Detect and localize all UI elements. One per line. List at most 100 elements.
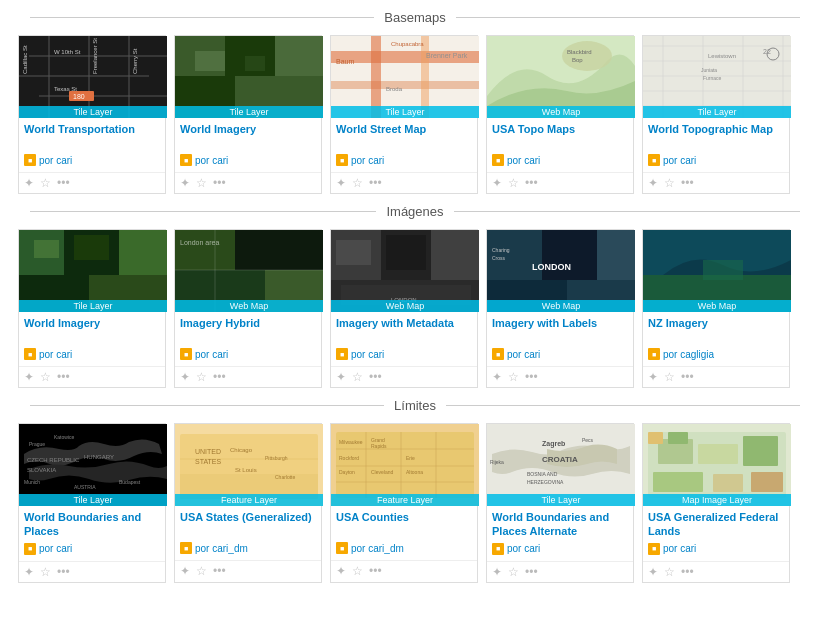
- owner-name-world-street-map[interactable]: por cari: [351, 155, 384, 166]
- svg-text:Broda: Broda: [386, 86, 403, 92]
- owner-name-usa-topo-maps[interactable]: por cari: [507, 155, 540, 166]
- card-title-world-imagery[interactable]: World Imagery: [180, 122, 316, 150]
- owner-name-world-imagery2[interactable]: por cari: [39, 349, 72, 360]
- svg-rect-60: [235, 230, 323, 270]
- card-title-world-topographic-map[interactable]: World Topographic Map: [648, 122, 784, 150]
- star-icon-world-street-map[interactable]: ☆: [352, 176, 363, 190]
- add-icon-imagery-labels[interactable]: ✦: [492, 370, 502, 384]
- more-icon-world-topographic-map[interactable]: •••: [681, 176, 694, 190]
- card-badge-world-topographic-map: Tile Layer: [643, 106, 791, 118]
- add-icon-world-transportation[interactable]: ✦: [24, 176, 34, 190]
- card-title-usa-topo-maps[interactable]: USA Topo Maps: [492, 122, 628, 150]
- card-title-usa-federal-lands[interactable]: USA Generalized Federal Lands: [648, 510, 784, 539]
- card-thumbnail-usa-states: UNITED STATES Chicago St Louis Pittsburg…: [175, 424, 323, 506]
- add-icon-usa-counties[interactable]: ✦: [336, 564, 346, 578]
- card-title-usa-states[interactable]: USA States (Generalized): [180, 510, 316, 538]
- more-icon-imagery-labels[interactable]: •••: [525, 370, 538, 384]
- more-icon-nz-imagery[interactable]: •••: [681, 370, 694, 384]
- more-icon-imagery-hybrid[interactable]: •••: [213, 370, 226, 384]
- card-title-world-imagery2[interactable]: World Imagery: [24, 316, 160, 344]
- svg-text:Brenner Park: Brenner Park: [426, 52, 468, 59]
- more-icon-usa-federal-lands[interactable]: •••: [681, 565, 694, 579]
- svg-text:CZECH REPUBLIC: CZECH REPUBLIC: [27, 457, 80, 463]
- owner-name-usa-federal-lands[interactable]: por cari: [663, 543, 696, 554]
- card-title-usa-counties[interactable]: USA Counties: [336, 510, 472, 538]
- star-icon-world-imagery2[interactable]: ☆: [40, 370, 51, 384]
- card-actions-imagery-metadata: ✦ ☆ •••: [331, 366, 477, 387]
- star-icon-imagery-metadata[interactable]: ☆: [352, 370, 363, 384]
- star-icon-world-transportation[interactable]: ☆: [40, 176, 51, 190]
- card-owner-world-street-map: ■ por cari: [336, 154, 472, 166]
- more-icon-imagery-metadata[interactable]: •••: [369, 370, 382, 384]
- card-actions-world-imagery2: ✦ ☆ •••: [19, 366, 165, 387]
- card-badge-world-imagery: Tile Layer: [175, 106, 323, 118]
- star-icon-imagery-hybrid[interactable]: ☆: [196, 370, 207, 384]
- owner-name-imagery-hybrid[interactable]: por cari: [195, 349, 228, 360]
- svg-text:Rockford: Rockford: [339, 455, 359, 461]
- more-icon-world-street-map[interactable]: •••: [369, 176, 382, 190]
- svg-text:Baum: Baum: [336, 58, 354, 65]
- svg-text:Furnace: Furnace: [703, 75, 722, 81]
- more-icon-usa-topo-maps[interactable]: •••: [525, 176, 538, 190]
- owner-name-world-topographic-map[interactable]: por cari: [663, 155, 696, 166]
- star-icon-imagery-labels[interactable]: ☆: [508, 370, 519, 384]
- card-title-world-transportation[interactable]: World Transportation: [24, 122, 160, 150]
- card-title-imagery-labels[interactable]: Imagery with Labels: [492, 316, 628, 344]
- more-icon-world-imagery[interactable]: •••: [213, 176, 226, 190]
- card-owner-usa-counties: ■ por cari_dm: [336, 542, 472, 554]
- owner-name-world-imagery[interactable]: por cari: [195, 155, 228, 166]
- add-icon-nz-imagery[interactable]: ✦: [648, 370, 658, 384]
- svg-rect-134: [713, 474, 743, 492]
- more-icon-world-boundaries-places[interactable]: •••: [57, 565, 70, 579]
- svg-text:London area: London area: [180, 239, 219, 246]
- add-icon-world-boundaries-alternate[interactable]: ✦: [492, 565, 502, 579]
- add-icon-world-topographic-map[interactable]: ✦: [648, 176, 658, 190]
- svg-text:Dayton: Dayton: [339, 469, 355, 475]
- card-owner-world-imagery2: ■ por cari: [24, 348, 160, 360]
- card-title-imagery-hybrid[interactable]: Imagery Hybrid: [180, 316, 316, 344]
- star-icon-world-imagery[interactable]: ☆: [196, 176, 207, 190]
- owner-name-usa-counties[interactable]: por cari_dm: [351, 543, 404, 554]
- more-icon-usa-states[interactable]: •••: [213, 564, 226, 578]
- add-icon-world-imagery[interactable]: ✦: [180, 176, 190, 190]
- owner-name-world-transportation[interactable]: por cari: [39, 155, 72, 166]
- card-title-world-boundaries-places[interactable]: World Boundaries and Places: [24, 510, 160, 539]
- svg-text:Rapids: Rapids: [371, 443, 387, 449]
- star-icon-usa-states[interactable]: ☆: [196, 564, 207, 578]
- card-actions-world-boundaries-alternate: ✦ ☆ •••: [487, 561, 633, 582]
- owner-name-usa-states[interactable]: por cari_dm: [195, 543, 248, 554]
- card-title-imagery-metadata[interactable]: Imagery with Metadata: [336, 316, 472, 344]
- card-imagery-labels: LONDON Charing Cross Web Map Imagery wit…: [486, 229, 634, 388]
- star-icon-usa-counties[interactable]: ☆: [352, 564, 363, 578]
- svg-text:Cleveland: Cleveland: [371, 469, 393, 475]
- add-icon-imagery-hybrid[interactable]: ✦: [180, 370, 190, 384]
- svg-point-32: [562, 41, 612, 71]
- owner-name-imagery-metadata[interactable]: por cari: [351, 349, 384, 360]
- star-icon-usa-federal-lands[interactable]: ☆: [664, 565, 675, 579]
- more-icon-world-imagery2[interactable]: •••: [57, 370, 70, 384]
- add-icon-usa-topo-maps[interactable]: ✦: [492, 176, 502, 190]
- owner-name-nz-imagery[interactable]: por cagligia: [663, 349, 714, 360]
- add-icon-usa-states[interactable]: ✦: [180, 564, 190, 578]
- add-icon-usa-federal-lands[interactable]: ✦: [648, 565, 658, 579]
- card-title-world-street-map[interactable]: World Street Map: [336, 122, 472, 150]
- star-icon-world-topographic-map[interactable]: ☆: [664, 176, 675, 190]
- star-icon-world-boundaries-alternate[interactable]: ☆: [508, 565, 519, 579]
- owner-name-world-boundaries-places[interactable]: por cari: [39, 543, 72, 554]
- card-owner-nz-imagery: ■ por cagligia: [648, 348, 784, 360]
- owner-name-world-boundaries-alternate[interactable]: por cari: [507, 543, 540, 554]
- more-icon-usa-counties[interactable]: •••: [369, 564, 382, 578]
- star-icon-nz-imagery[interactable]: ☆: [664, 370, 675, 384]
- add-icon-imagery-metadata[interactable]: ✦: [336, 370, 346, 384]
- card-title-world-boundaries-alternate[interactable]: World Boundaries and Places Alternate: [492, 510, 628, 539]
- card-title-nz-imagery[interactable]: NZ Imagery: [648, 316, 784, 344]
- card-world-imagery: Tile Layer World Imagery ■ por cari ✦ ☆ …: [174, 35, 322, 194]
- add-icon-world-boundaries-places[interactable]: ✦: [24, 565, 34, 579]
- more-icon-world-transportation[interactable]: •••: [57, 176, 70, 190]
- star-icon-world-boundaries-places[interactable]: ☆: [40, 565, 51, 579]
- add-icon-world-street-map[interactable]: ✦: [336, 176, 346, 190]
- add-icon-world-imagery2[interactable]: ✦: [24, 370, 34, 384]
- more-icon-world-boundaries-alternate[interactable]: •••: [525, 565, 538, 579]
- star-icon-usa-topo-maps[interactable]: ☆: [508, 176, 519, 190]
- owner-name-imagery-labels[interactable]: por cari: [507, 349, 540, 360]
